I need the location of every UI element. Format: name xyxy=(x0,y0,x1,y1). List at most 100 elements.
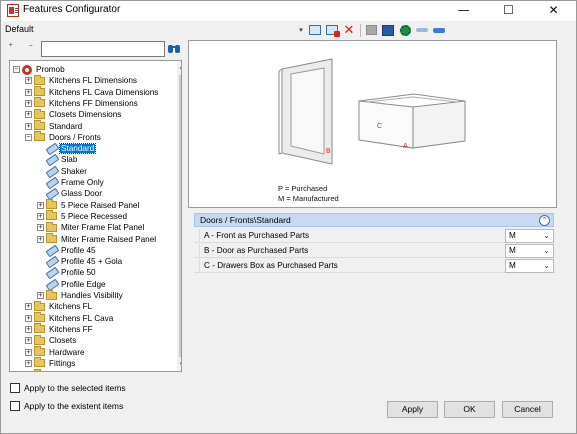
tree-item[interactable]: + Kitchens FL Dimensions xyxy=(25,74,138,86)
expand-icon[interactable]: + xyxy=(25,314,32,322)
tree-item[interactable]: Frame Only xyxy=(46,177,105,188)
expand-icon[interactable]: + xyxy=(25,348,32,356)
tree-item[interactable]: − Doors / Fronts xyxy=(25,131,102,143)
expand-icon[interactable]: + xyxy=(37,201,44,209)
cancel-button[interactable]: Cancel xyxy=(502,401,553,418)
tree-item-label: Closets Dimensions xyxy=(49,110,122,120)
app-icon xyxy=(7,4,19,17)
tree-item-label: Kitchens FF xyxy=(49,324,93,334)
collapse-icon[interactable]: − xyxy=(13,66,20,73)
expand-icon[interactable]: + xyxy=(37,212,44,220)
property-value-select[interactable]: M ⌄ xyxy=(505,229,554,243)
import-button[interactable] xyxy=(380,23,396,37)
expand-icon[interactable]: + xyxy=(25,359,32,367)
ok-button[interactable]: OK xyxy=(444,401,495,418)
tree-item-label: Standard xyxy=(49,121,83,131)
expand-icon[interactable]: + xyxy=(25,88,32,96)
expand-icon[interactable]: + xyxy=(25,111,32,119)
scroll-thumb[interactable] xyxy=(179,75,181,357)
key-button[interactable] xyxy=(414,23,430,37)
apply-existent-items-checkbox-row[interactable]: Apply to the existent items xyxy=(10,401,123,411)
title-bar[interactable]: Features Configurator — ☐ ✕ xyxy=(1,1,576,21)
tree-item[interactable]: + Kitchens FL xyxy=(25,300,93,312)
expand-icon[interactable]: + xyxy=(25,337,32,345)
tree-item[interactable]: + Kitchens FF Dimensions xyxy=(25,97,139,109)
maximize-button[interactable]: ☐ xyxy=(486,1,531,21)
close-button[interactable]: ✕ xyxy=(531,1,576,21)
property-value-select[interactable]: M ⌄ xyxy=(505,259,554,273)
tree-scrollbar[interactable]: ▲ ▼ xyxy=(177,61,181,371)
property-row-front: A - Front as Purchased Parts M ⌄ xyxy=(194,229,554,243)
tree-item[interactable]: +5 Piece Recessed xyxy=(37,210,128,222)
find-button[interactable] xyxy=(168,42,181,54)
collapse-section-icon[interactable]: ⌃ xyxy=(539,215,550,226)
new-item-variant-button[interactable] xyxy=(324,23,340,37)
tree-item[interactable]: + Hardware xyxy=(25,346,86,358)
apply-selected-items-checkbox-row[interactable]: Apply to the selected items xyxy=(10,383,126,393)
folder-icon xyxy=(34,368,45,371)
tree-item[interactable]: Shaker xyxy=(46,166,88,177)
tree-item[interactable]: + Fittings xyxy=(25,357,76,369)
apply-selected-items-checkbox[interactable] xyxy=(10,383,20,393)
tree-item[interactable]: + Kitchens FF xyxy=(25,323,94,335)
expand-icon[interactable]: + xyxy=(25,122,32,130)
tree-item[interactable]: Profile Edge xyxy=(46,279,107,290)
property-value: M xyxy=(509,246,516,255)
tree-item[interactable]: + Closets Dimensions xyxy=(25,108,122,120)
settings-button[interactable] xyxy=(397,23,413,37)
section-header[interactable]: Doors / Fronts\Standard ⌃ xyxy=(194,213,554,227)
scroll-up-arrow-icon[interactable]: ▲ xyxy=(177,61,181,72)
tree-item-label: Promob xyxy=(36,65,65,74)
key-blue-button[interactable] xyxy=(431,23,447,37)
minimize-button[interactable]: — xyxy=(441,1,486,21)
save-button[interactable] xyxy=(363,23,379,37)
dropdown-arrow-icon: ▾ xyxy=(299,27,303,34)
expand-all-button[interactable]: + xyxy=(9,42,21,56)
tree-search-input[interactable] xyxy=(41,41,165,57)
expand-icon[interactable]: + xyxy=(26,371,30,372)
tree-item[interactable]: + Miter Frame Raised Panel xyxy=(37,233,157,245)
drawer-side-c xyxy=(358,100,414,149)
expand-icon[interactable]: + xyxy=(25,303,32,311)
apply-button[interactable]: Apply xyxy=(387,401,438,418)
tree-item[interactable]: Slab xyxy=(46,154,78,165)
tree-item-label: Hardware xyxy=(49,347,85,357)
tree-item[interactable]: Glass Door xyxy=(46,188,103,199)
tree-item-label: Frame Only xyxy=(61,178,104,187)
apply-existent-items-checkbox[interactable] xyxy=(10,401,20,411)
delete-button[interactable]: ✕ xyxy=(341,22,357,38)
tree-item[interactable]: − Promob xyxy=(13,64,66,75)
scroll-down-arrow-icon[interactable]: ▼ xyxy=(177,360,181,371)
chevron-down-icon: ⌄ xyxy=(543,261,550,270)
tree-item[interactable]: + Closets xyxy=(25,334,77,346)
apply-existent-items-label: Apply to the existent items xyxy=(24,401,124,411)
tree-item[interactable]: + Standard xyxy=(25,120,83,132)
folder-icon xyxy=(46,289,57,300)
collapse-icon[interactable]: − xyxy=(25,133,32,141)
expand-icon[interactable]: + xyxy=(25,77,32,85)
expand-icon[interactable]: + xyxy=(25,99,32,107)
settings-icon xyxy=(399,24,411,36)
tree-item[interactable]: + Handles Visibility xyxy=(37,289,124,301)
expand-icon[interactable]: + xyxy=(25,325,32,333)
feature-tree[interactable]: ▲ ▼ − Promob + Kitchens FL Dimensions + Kitch… xyxy=(9,60,182,372)
property-value: M xyxy=(509,231,516,240)
new-item-button[interactable] xyxy=(307,23,323,37)
key-blue-icon xyxy=(433,27,445,33)
delete-icon: ✕ xyxy=(343,22,355,38)
tree-item[interactable]: Profile 50 xyxy=(46,267,97,278)
tree-item[interactable]: + Miter Frame Flat Panel xyxy=(37,221,145,233)
property-value-select[interactable]: M ⌄ xyxy=(505,244,554,258)
expand-icon[interactable]: + xyxy=(37,224,44,232)
import-icon xyxy=(382,24,394,36)
expand-icon[interactable]: + xyxy=(37,235,44,243)
tree-item[interactable]: + Kitchens FL Cava Dimensions xyxy=(25,86,159,98)
tree-item[interactable]: +5 Piece Raised Panel xyxy=(37,199,140,211)
tree-item[interactable]: Profile 45 + Gola xyxy=(46,256,123,267)
tree-item[interactable]: + Kitchens FL Cava xyxy=(25,312,114,324)
expand-icon[interactable]: + xyxy=(37,292,44,299)
feature-item-icon xyxy=(45,278,58,290)
toolbar-dropdown-button[interactable]: ▾ xyxy=(296,23,306,37)
collapse-all-button[interactable]: − xyxy=(29,42,41,56)
tree-item[interactable]: + Pl... xyxy=(25,368,64,372)
